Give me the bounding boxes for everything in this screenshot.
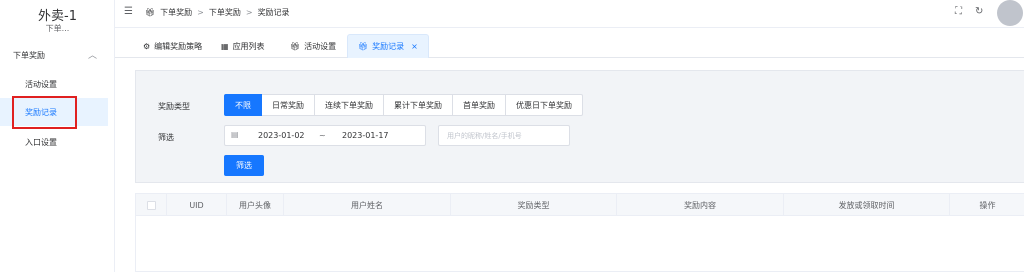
filter-panel: 奖励类型 不限 日常奖励 连续下单奖励 累计下单奖励 首单奖励 优惠日下单奖励 … <box>135 70 1024 183</box>
select-all-checkbox[interactable] <box>146 200 156 210</box>
reward-type-option[interactable]: 不限 <box>224 94 262 116</box>
calendar-icon: ▤ <box>231 130 239 139</box>
date-range-separator: ~ <box>319 131 326 140</box>
reward-type-label: 奖励类型 <box>158 102 190 111</box>
tab-activity-settings[interactable]: 🎁︎ 活动设置 <box>280 34 346 58</box>
breadcrumb-separator: > <box>245 8 253 17</box>
fullscreen-icon[interactable]: ⛶ <box>955 6 962 17</box>
tab-app-list[interactable]: ▦ 应用列表 <box>211 34 275 58</box>
table-header: UID 用户头像 用户姓名 奖励类型 奖励内容 发放或领取时间 操作 <box>136 194 1024 216</box>
breadcrumb-item: 奖励记录 <box>257 8 290 17</box>
breadcrumb-item[interactable]: 下单奖励 <box>209 7 241 18</box>
tabs-bar: ⚙ 编辑奖励策略 ▦ 应用列表 🎁︎ 活动设置 🎁︎ 奖励记录 × <box>115 28 1024 58</box>
column-header-avatar: 用户头像 <box>227 194 284 216</box>
records-table: UID 用户头像 用户姓名 奖励类型 奖励内容 发放或领取时间 操作 <box>135 193 1024 272</box>
gift-icon: 🎁︎ <box>145 8 156 17</box>
date-end[interactable]: 2023-01-17 <box>342 131 389 140</box>
menu-group-order-reward[interactable]: 下单奖励 ︿ <box>0 44 115 66</box>
user-search-input[interactable] <box>438 125 570 146</box>
avatar[interactable] <box>997 0 1023 26</box>
reward-type-option[interactable]: 连续下单奖励 <box>315 94 384 116</box>
reward-type-option[interactable]: 日常奖励 <box>262 94 315 116</box>
tab-edit-reward-strategy[interactable]: ⚙ 编辑奖励策略 <box>133 34 212 58</box>
close-icon[interactable]: × <box>411 42 418 51</box>
reward-type-option[interactable]: 首单奖励 <box>453 94 506 116</box>
grid-icon: ▦ <box>221 41 229 51</box>
main-content: 奖励类型 不限 日常奖励 连续下单奖励 累计下单奖励 首单奖励 优惠日下单奖励 … <box>115 58 1024 272</box>
filter-label: 筛选 <box>158 133 174 142</box>
select-all-cell <box>136 194 167 216</box>
column-header-actions: 操作 <box>979 200 996 210</box>
filter-submit-button[interactable]: 筛选 <box>224 155 264 176</box>
settings-circle-icon: ⚙ <box>143 41 151 51</box>
sidebar: 外卖-1 下单... 下单奖励 ︿ 活动设置 奖励记录 入口设置 <box>0 0 115 272</box>
app-root: 外卖-1 下单... 下单奖励 ︿ 活动设置 奖励记录 入口设置 ☰ 🎁︎ 下单… <box>0 0 1024 272</box>
column-header-name: 用户姓名 <box>284 194 451 216</box>
breadcrumb-item[interactable]: 下单奖励 <box>160 7 192 18</box>
column-header-reward-content: 奖励内容 <box>617 194 784 216</box>
column-header-reward-type: 奖励类型 <box>451 194 617 216</box>
breadcrumb: 🎁︎ 下单奖励 > 下单奖励 > 奖励记录 <box>145 7 290 18</box>
top-header: ☰ 🎁︎ 下单奖励 > 下单奖励 > 奖励记录 ⛶ ↻ <box>115 0 1024 28</box>
tab-label: 活动设置 <box>304 41 337 51</box>
gift-icon: 🎁︎ <box>290 41 301 51</box>
menu-group-label: 下单奖励 <box>13 51 45 60</box>
tab-reward-records[interactable]: 🎁︎ 奖励记录 × <box>347 34 429 58</box>
sidebar-item-activity-settings[interactable]: 活动设置 <box>0 70 108 98</box>
column-header-issue-time: 发放或领取时间 <box>784 194 950 216</box>
highlight-annotation-box <box>12 96 77 129</box>
sidebar-item-label: 活动设置 <box>25 80 57 89</box>
gift-icon: 🎁︎ <box>358 42 369 51</box>
sidebar-item-label: 入口设置 <box>25 138 57 147</box>
breadcrumb-separator: > <box>197 8 204 17</box>
refresh-icon[interactable]: ↻ <box>975 6 983 17</box>
chevron-up-icon: ︿ <box>87 51 97 61</box>
date-range-picker[interactable]: ▤ 2023-01-02 ~ 2023-01-17 <box>224 125 426 146</box>
date-start[interactable]: 2023-01-02 <box>258 131 305 140</box>
app-title: 外卖-1 <box>38 9 77 24</box>
menu-fold-icon[interactable]: ☰ <box>124 6 133 17</box>
sidebar-item-entry-settings[interactable]: 入口设置 <box>0 128 108 156</box>
column-header-uid: UID <box>167 194 227 216</box>
tab-label: 奖励记录 <box>372 42 405 51</box>
tab-label: 编辑奖励策略 <box>154 41 203 51</box>
reward-type-option[interactable]: 累计下单奖励 <box>384 94 453 116</box>
app-subtitle: 下单... <box>45 24 70 33</box>
reward-type-option[interactable]: 优惠日下单奖励 <box>506 94 583 116</box>
tab-label: 应用列表 <box>232 41 265 51</box>
reward-type-radio-group: 不限 日常奖励 连续下单奖励 累计下单奖励 首单奖励 优惠日下单奖励 <box>224 94 583 116</box>
